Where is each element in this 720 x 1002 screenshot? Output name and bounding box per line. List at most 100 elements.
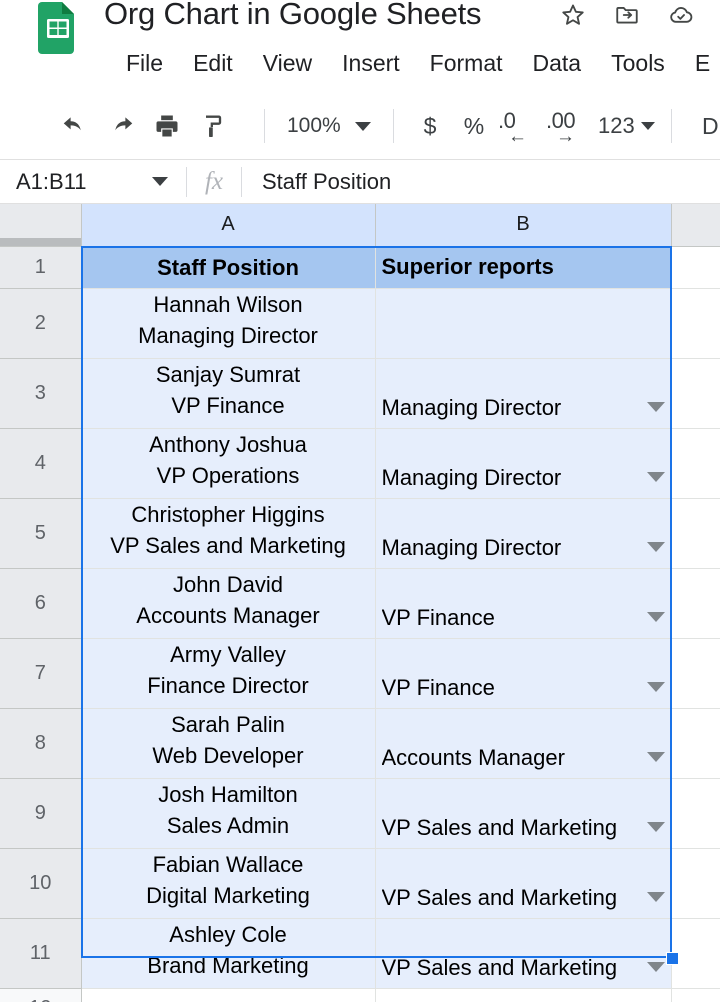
cell-b2[interactable] bbox=[375, 288, 672, 359]
cell-a1[interactable]: Staff Position bbox=[81, 246, 376, 289]
cell-b4-dropdown-arrow-icon[interactable] bbox=[646, 471, 665, 482]
cell-c5[interactable] bbox=[671, 498, 720, 569]
menu-file[interactable]: File bbox=[126, 46, 163, 80]
cell-b5[interactable]: Managing Director bbox=[375, 498, 672, 569]
fx-icon: fx bbox=[204, 167, 224, 195]
cell-b7-dropdown-arrow-icon[interactable] bbox=[646, 681, 665, 692]
cell-b8[interactable]: Accounts Manager bbox=[375, 708, 672, 779]
row-header-6[interactable]: 6 bbox=[0, 568, 82, 639]
cell-a5[interactable]: Christopher Higgins VP Sales and Marketin… bbox=[81, 498, 376, 569]
cell-b3-dropdown-arrow-icon[interactable] bbox=[646, 401, 665, 412]
cell-c8[interactable] bbox=[671, 708, 720, 779]
menu-insert[interactable]: Insert bbox=[342, 46, 400, 80]
cell-a4[interactable]: Anthony Joshua VP Operations bbox=[81, 428, 376, 499]
row-header-8[interactable]: 8 bbox=[0, 708, 82, 779]
cell-a8[interactable]: Sarah Palin Web Developer bbox=[81, 708, 376, 779]
cloud-saved-icon[interactable] bbox=[668, 2, 694, 28]
row-header-10[interactable]: 10 bbox=[0, 848, 82, 919]
cell-a3[interactable]: Sanjay Sumrat VP Finance bbox=[81, 358, 376, 429]
cell-c3[interactable] bbox=[671, 358, 720, 429]
zoom-selector[interactable]: 100% bbox=[275, 105, 383, 147]
row-header-9[interactable]: 9 bbox=[0, 778, 82, 849]
cell-b4[interactable]: Managing Director bbox=[375, 428, 672, 499]
cell-b10[interactable]: VP Sales and Marketing bbox=[375, 848, 672, 919]
cell-b6-text: VP Finance bbox=[381, 604, 495, 630]
row-header-2[interactable]: 2 bbox=[0, 288, 82, 359]
google-sheets-icon bbox=[38, 2, 78, 54]
cell-b12[interactable] bbox=[375, 988, 672, 1002]
chevron-down-icon[interactable] bbox=[152, 177, 168, 186]
cell-c6[interactable] bbox=[671, 568, 720, 639]
menu-view[interactable]: View bbox=[263, 46, 312, 80]
cell-b3[interactable]: Managing Director bbox=[375, 358, 672, 429]
menu-tools[interactable]: Tools bbox=[611, 46, 665, 80]
cell-a1-text: Staff Position bbox=[88, 252, 369, 283]
spreadsheet-grid: A B 1 Staff Position Superior reports 2 Hann… bbox=[0, 204, 720, 1002]
currency-format-button[interactable]: $ bbox=[408, 104, 452, 148]
name-box[interactable]: A1:B11 bbox=[0, 160, 186, 204]
cell-a9[interactable]: Josh Hamilton Sales Admin bbox=[81, 778, 376, 849]
cell-c9[interactable] bbox=[671, 778, 720, 849]
select-all-corner[interactable] bbox=[0, 204, 82, 247]
column-header-b[interactable]: B bbox=[375, 204, 672, 247]
cell-a7[interactable]: Army Valley Finance Director bbox=[81, 638, 376, 709]
cell-c4[interactable] bbox=[671, 428, 720, 499]
cell-a11[interactable]: Ashley Cole Brand Marketing bbox=[81, 918, 376, 989]
cell-b7[interactable]: VP Finance bbox=[375, 638, 672, 709]
row-header-3[interactable]: 3 bbox=[0, 358, 82, 429]
cell-a7-line2: Finance Director bbox=[147, 672, 309, 698]
fill-handle[interactable] bbox=[666, 952, 679, 965]
cell-b9-dropdown-arrow-icon[interactable] bbox=[646, 821, 665, 832]
cell-b8-dropdown-arrow-icon[interactable] bbox=[646, 751, 665, 762]
cell-a6[interactable]: John David Accounts Manager bbox=[81, 568, 376, 639]
cell-c1[interactable] bbox=[671, 246, 720, 289]
column-header-a[interactable]: A bbox=[81, 204, 376, 247]
cell-c10[interactable] bbox=[671, 848, 720, 919]
cell-a10[interactable]: Fabian Wallace Digital Marketing bbox=[81, 848, 376, 919]
menu-format[interactable]: Format bbox=[430, 46, 503, 80]
grid-row: 9 Josh Hamilton Sales Admin VP Sales and Ma… bbox=[0, 778, 720, 849]
cell-b10-dropdown-arrow-icon[interactable] bbox=[646, 891, 665, 902]
cell-c2[interactable] bbox=[671, 288, 720, 359]
formula-input[interactable]: Staff Position bbox=[242, 169, 720, 195]
row-header-11[interactable]: 11 bbox=[0, 918, 82, 989]
row-header-1[interactable]: 1 bbox=[0, 246, 82, 289]
paint-format-icon[interactable] bbox=[190, 103, 236, 149]
decrease-decimal-button[interactable]: .0 ← bbox=[496, 104, 544, 148]
row-header-5[interactable]: 5 bbox=[0, 498, 82, 569]
print-icon[interactable] bbox=[144, 103, 190, 149]
row-header-7[interactable]: 7 bbox=[0, 638, 82, 709]
star-icon[interactable] bbox=[560, 2, 586, 28]
cell-b11[interactable]: VP Sales and Marketing bbox=[375, 918, 672, 989]
cell-b6-dropdown-arrow-icon[interactable] bbox=[646, 611, 665, 622]
menu-extensions[interactable]: E bbox=[695, 46, 710, 80]
undo-icon[interactable] bbox=[52, 103, 98, 149]
cell-c7[interactable] bbox=[671, 638, 720, 709]
cell-a3-line2: VP Finance bbox=[171, 392, 285, 418]
cell-a4-line1: Anthony Joshua bbox=[149, 431, 307, 457]
document-title[interactable]: Org Chart in Google Sheets bbox=[104, 0, 482, 32]
font-family-selector[interactable]: D bbox=[702, 92, 720, 160]
arrow-left-icon: ← bbox=[508, 126, 527, 147]
cell-b5-dropdown-arrow-icon[interactable] bbox=[646, 541, 665, 552]
cell-c12[interactable] bbox=[671, 988, 720, 1002]
cell-b11-dropdown-arrow-icon[interactable] bbox=[646, 961, 665, 972]
row-header-4[interactable]: 4 bbox=[0, 428, 82, 499]
cell-b5-content: Managing Director bbox=[382, 535, 665, 561]
column-header-c[interactable] bbox=[671, 204, 720, 247]
row-header-12[interactable]: 12 bbox=[0, 988, 82, 1002]
cell-a8-line1: Sarah Palin bbox=[171, 711, 285, 737]
cell-b11-content: VP Sales and Marketing bbox=[382, 955, 665, 981]
cell-b9[interactable]: VP Sales and Marketing bbox=[375, 778, 672, 849]
cell-b1[interactable]: Superior reports bbox=[375, 246, 672, 289]
menu-data[interactable]: Data bbox=[533, 46, 582, 80]
increase-decimal-button[interactable]: .00 → bbox=[544, 104, 592, 148]
redo-icon[interactable] bbox=[98, 103, 144, 149]
percent-format-button[interactable]: % bbox=[452, 104, 496, 148]
cell-a12[interactable] bbox=[81, 988, 376, 1002]
menu-edit[interactable]: Edit bbox=[193, 46, 233, 80]
cell-a2[interactable]: Hannah Wilson Managing Director bbox=[81, 288, 376, 359]
number-format-selector[interactable]: 123 bbox=[592, 113, 661, 139]
move-to-folder-icon[interactable] bbox=[614, 2, 640, 28]
cell-b6[interactable]: VP Finance bbox=[375, 568, 672, 639]
